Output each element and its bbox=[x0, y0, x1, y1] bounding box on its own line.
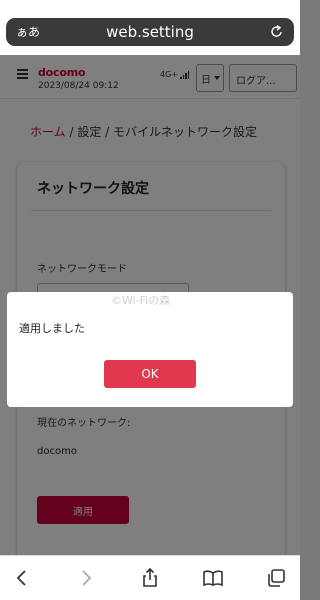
back-icon[interactable] bbox=[12, 568, 32, 588]
forward-icon[interactable] bbox=[76, 568, 96, 588]
browser-top-bar: ぁあ web.setting bbox=[0, 0, 300, 55]
reload-icon[interactable] bbox=[270, 23, 284, 39]
reader-aa-button[interactable]: ぁあ bbox=[16, 23, 40, 40]
share-icon[interactable] bbox=[140, 568, 160, 588]
url-text[interactable]: web.setting bbox=[106, 23, 194, 41]
bookmarks-icon[interactable] bbox=[203, 568, 223, 588]
watermark: ©Wi-Fiの森 bbox=[111, 294, 171, 307]
address-bar[interactable]: ぁあ web.setting bbox=[6, 18, 294, 46]
dialog-message: 適用しました bbox=[19, 322, 85, 335]
tabs-icon[interactable] bbox=[266, 568, 286, 588]
browser-bottom-toolbar bbox=[0, 555, 300, 600]
alert-dialog: ©Wi-Fiの森 適用しました OK bbox=[7, 292, 293, 407]
ok-button[interactable]: OK bbox=[104, 360, 196, 388]
